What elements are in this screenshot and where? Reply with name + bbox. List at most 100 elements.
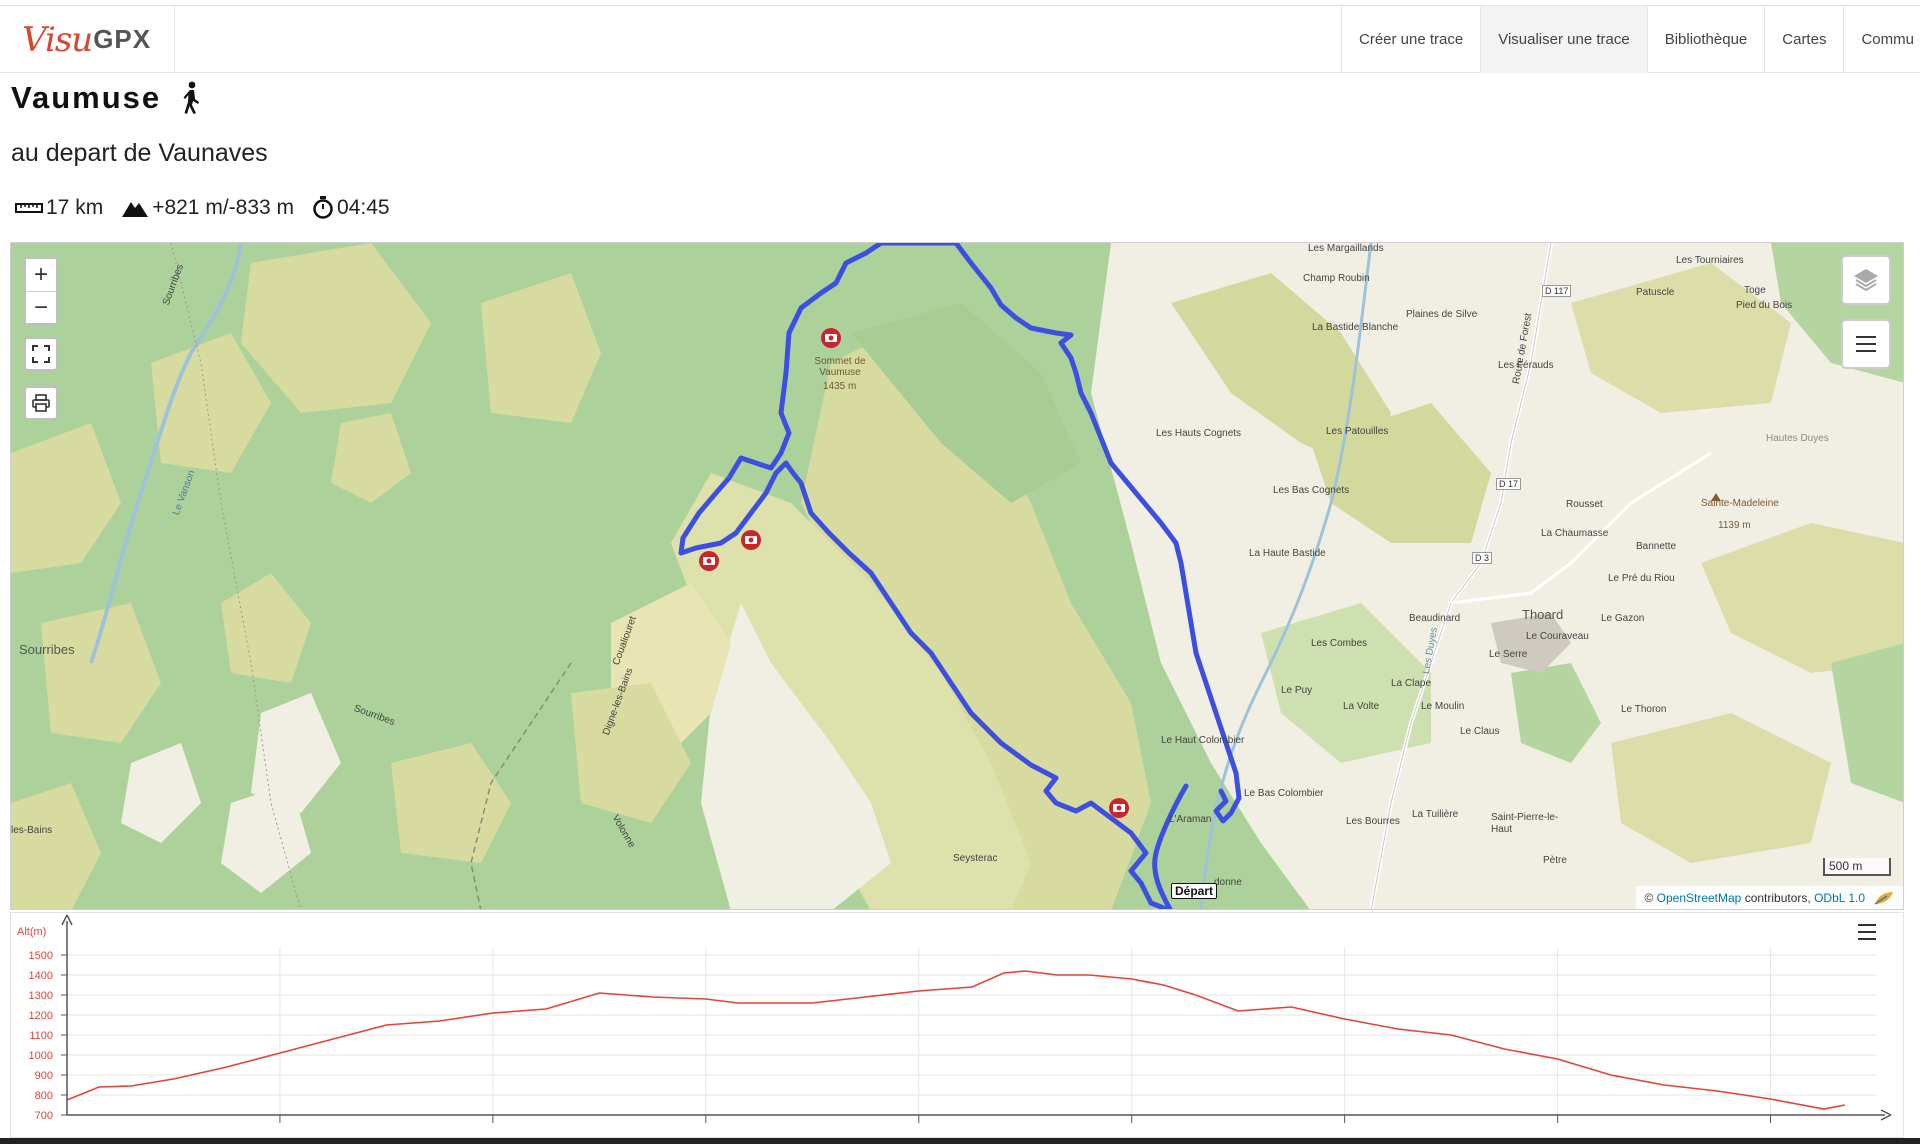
road-label: D 17 [1496, 478, 1522, 490]
track-header: Vaumuse [11, 80, 203, 116]
top-navbar: Visu GPX Créer une trace Visualiser une … [0, 5, 1920, 73]
logo-visu-text: Visu [22, 19, 93, 60]
y-tick-label: 1500 [29, 950, 53, 962]
fullscreen-icon [32, 345, 50, 363]
distance-value: 17 km [46, 196, 104, 219]
map-label: Le Moulin [1421, 701, 1465, 712]
map-label: donne [1214, 877, 1242, 888]
track-stats: 17 km +821 m/-833 m 04:45 [15, 196, 408, 220]
map-label: Toge [1744, 285, 1766, 296]
print-button[interactable] [24, 386, 58, 420]
zoom-out-button[interactable]: − [26, 291, 56, 323]
window-bottom-edge [0, 1138, 1920, 1144]
elevation-stat: +821 m/-833 m [121, 196, 294, 220]
trail-map[interactable]: Les Margaillands Champ Roubin Plaines de… [10, 242, 1904, 910]
map-label: La Chaumasse [1541, 528, 1609, 539]
map-label: La Volte [1343, 701, 1380, 712]
print-icon [32, 394, 50, 412]
elevation-value: +821 m/-833 m [152, 196, 295, 219]
map-label: Le Thoron [1621, 704, 1667, 715]
map-label: Le Gazon [1601, 613, 1645, 624]
y-axis-label: Alt(m) [17, 926, 46, 938]
stopwatch-icon [313, 196, 333, 219]
map-label: Le Couraveau [1526, 631, 1589, 642]
map-attribution: © OpenStreetMap contributors, ODbL 1.0 [1636, 886, 1903, 909]
hiker-icon [183, 81, 200, 114]
map-label: Sainte-Madeleine [1701, 498, 1779, 509]
copyright-symbol: © [1644, 891, 1654, 905]
map-label: La Clape [1391, 678, 1432, 689]
y-tick-label: 1300 [29, 990, 53, 1002]
map-label: Les Patouilles [1326, 426, 1389, 437]
y-tick-label: 1400 [29, 970, 53, 982]
menu-icon [1858, 924, 1876, 940]
map-label: Champ Roubin [1303, 273, 1370, 284]
nav-create-track[interactable]: Créer une trace [1341, 6, 1480, 73]
y-tick-label: 1200 [29, 1010, 53, 1022]
map-label: Plaines de Silve [1406, 309, 1478, 320]
nav-view-track[interactable]: Visualiser une trace [1480, 6, 1647, 73]
leaflet-icon [1874, 892, 1893, 905]
osm-link[interactable]: OpenStreetMap [1657, 891, 1742, 905]
layers-icon [1854, 269, 1878, 292]
summit-altitude-label: 1435 m [823, 381, 857, 392]
mountain-icon [122, 202, 149, 217]
map-label: Les Margaillands [1308, 243, 1384, 254]
map-label: Les Combes [1311, 638, 1368, 649]
duration-value: 04:45 [337, 196, 390, 219]
map-menu-button[interactable] [1841, 319, 1891, 369]
map-label: La Bastide Blanche [1312, 322, 1399, 333]
map-label: Les Hauts Cognets [1156, 428, 1242, 439]
village-label: Thoard [1522, 607, 1564, 622]
map-label: Les Tourniaires [1676, 255, 1744, 266]
map-label: Les Bas Cognets [1273, 485, 1350, 496]
map-label: Rousset [1566, 499, 1603, 510]
map-label: Le Haut Colombier [1161, 735, 1245, 746]
map-label: Le Pré du Riou [1608, 573, 1675, 584]
village-label: Sourribes [19, 642, 75, 657]
menu-icon [1856, 336, 1876, 352]
track-title: Vaumuse [11, 80, 162, 115]
distance-stat: 17 km [15, 196, 103, 220]
map-label: Le Puy [1281, 685, 1313, 696]
place-label: les-Bains [11, 825, 53, 836]
y-tick-label: 1100 [29, 1030, 53, 1042]
ruler-icon [15, 203, 43, 213]
elevation-chart: Alt(m) 700 800 900 1000 1100 1200 1300 1400 1500 [17, 914, 1892, 1123]
y-tick-label: 700 [35, 1110, 53, 1122]
nav-community[interactable]: Commu [1843, 6, 1920, 73]
map-label: Hautes Duyes [1766, 433, 1829, 444]
elevation-line [66, 970, 1846, 1110]
site-logo[interactable]: Visu GPX [0, 6, 175, 73]
map-label: Beaudinard [1409, 613, 1461, 624]
track-subtitle: au depart de Vaunaves [11, 139, 268, 167]
logo-gpx-text: GPX [93, 24, 152, 54]
map-label: L'Araman [1169, 814, 1212, 825]
map-label: Saint-Pierre-le-Haut [1491, 812, 1559, 835]
elevation-profile[interactable]: Alt(m) 700 800 900 1000 1100 1200 1300 1400 1500 [10, 912, 1904, 1138]
fullscreen-button[interactable] [24, 337, 58, 371]
map-label: Les Bourres [1346, 816, 1400, 827]
license-link[interactable]: ODbL 1.0 [1814, 891, 1865, 905]
nav-maps[interactable]: Cartes [1764, 6, 1843, 73]
main-menu: Créer une trace Visualiser une trace Bib… [1341, 6, 1920, 73]
nav-library[interactable]: Bibliothèque [1646, 6, 1765, 73]
map-label: 1139 m [1718, 520, 1751, 531]
zoom-in-button[interactable]: + [26, 259, 56, 291]
map-label: Pètre [1543, 855, 1567, 866]
map-label: Bannette [1636, 541, 1677, 552]
y-tick-label: 1000 [29, 1050, 53, 1062]
map-label: La Tuilière [1412, 809, 1459, 820]
zoom-control: + − [24, 257, 58, 325]
summit-label: Sommet de Vaumuse [814, 356, 866, 378]
road-label: D 3 [1472, 552, 1493, 564]
start-marker-label[interactable]: Départ [1171, 883, 1218, 899]
profile-menu-button[interactable] [1857, 923, 1881, 947]
map-label: Le Serre [1489, 649, 1528, 660]
map-label: Pied du Bois [1736, 300, 1793, 311]
road-label: D 117 [1542, 285, 1572, 297]
layers-button[interactable] [1841, 255, 1891, 305]
map-label: Le Bas Colombier [1244, 788, 1324, 799]
map-label: Seysterac [953, 853, 998, 864]
y-tick-label: 800 [35, 1090, 53, 1102]
